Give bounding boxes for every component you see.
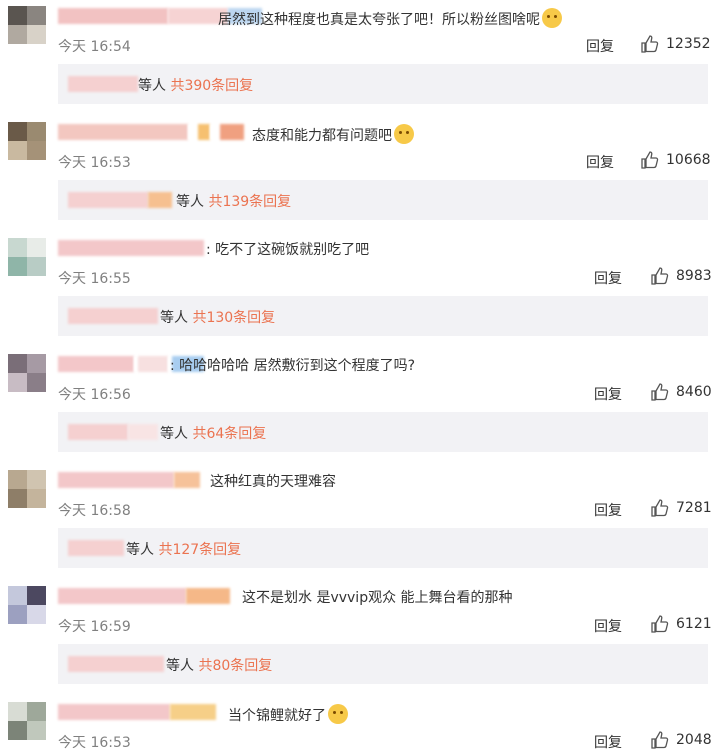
avatar[interactable]	[8, 702, 46, 740]
comment-time: 今天 16:58	[58, 503, 131, 519]
comment-item: 居然到这种程度也真是太夸张了吧！所以粉丝图啥呢 今天 16:54 回复 1235…	[0, 0, 715, 116]
avatar[interactable]	[8, 6, 46, 44]
username[interactable]	[58, 240, 204, 256]
comment-time: 今天 16:59	[58, 619, 131, 635]
like-button[interactable]: 8983	[650, 266, 712, 286]
reply-count-link[interactable]: 共390条回复	[170, 78, 253, 94]
username[interactable]	[58, 472, 200, 488]
like-button[interactable]: 2048	[650, 730, 712, 750]
avatar[interactable]	[8, 354, 46, 392]
face-emoji-icon	[542, 8, 562, 28]
comment-item: 这种红真的天理难容 今天 16:58 回复 7281 等人 共127条回复	[0, 464, 715, 580]
avatar[interactable]	[8, 586, 46, 624]
like-button[interactable]: 12352	[640, 34, 711, 54]
username[interactable]	[58, 704, 216, 720]
reply-button[interactable]: 回复	[594, 500, 622, 520]
comment-time: 今天 16:56	[58, 387, 131, 403]
avatar[interactable]	[8, 470, 46, 508]
thumbs-up-icon	[651, 615, 669, 633]
comment-item: : 哈哈哈哈哈 居然敷衍到这个程度了吗? 今天 16:56 回复 8460 等人…	[0, 348, 715, 464]
reply-count-link[interactable]: 共64条回复	[192, 426, 266, 442]
thumbs-up-icon	[651, 383, 669, 401]
reply-count-link[interactable]: 共139条回复	[208, 194, 291, 210]
avatar[interactable]	[8, 238, 46, 276]
reply-button[interactable]: 回复	[586, 152, 614, 172]
like-button[interactable]: 7281	[650, 498, 712, 518]
comment-item: 态度和能力都有问题吧 今天 16:53 回复 10668 等人 共139条回复	[0, 116, 715, 232]
reply-button[interactable]: 回复	[594, 268, 622, 288]
comment-text: 态度和能力都有问题吧	[252, 124, 414, 146]
username[interactable]	[58, 588, 230, 604]
reply-count-link[interactable]: 共130条回复	[192, 310, 275, 326]
thumbs-up-icon	[651, 731, 669, 749]
comment-text: : 吃不了这碗饭就别吃了吧	[206, 242, 370, 258]
comment-item: 这不是划水 是vvvip观众 能上舞台看的那种 今天 16:59 回复 6121…	[0, 580, 715, 696]
thumbs-up-icon	[651, 499, 669, 517]
reply-count-link[interactable]: 共80条回复	[198, 658, 272, 674]
reply-button[interactable]: 回复	[586, 36, 614, 56]
replies-summary[interactable]: 等人 共130条回复	[58, 296, 708, 336]
replies-summary[interactable]: 等人 共139条回复	[58, 180, 708, 220]
replies-summary[interactable]: 等人 共390条回复	[58, 64, 708, 104]
comment-item: 当个锦鲤就好了 今天 16:53 回复 2048	[0, 696, 715, 754]
comment-item: : 吃不了这碗饭就别吃了吧 今天 16:55 回复 8983 等人 共130条回…	[0, 232, 715, 348]
comment-text: 居然到这种程度也真是太夸张了吧！所以粉丝图啥呢	[218, 8, 562, 30]
replies-summary[interactable]: 等人 共127条回复	[58, 528, 708, 568]
koi-emoji-icon	[328, 704, 348, 724]
like-button[interactable]: 10668	[640, 150, 711, 170]
comment-text: 这种红真的天理难容	[210, 474, 336, 490]
avatar[interactable]	[8, 122, 46, 160]
smirk-emoji-icon	[394, 124, 414, 144]
reply-button[interactable]: 回复	[594, 616, 622, 636]
username[interactable]	[58, 124, 244, 140]
replies-summary[interactable]: 等人 共80条回复	[58, 644, 708, 684]
comment-time: 今天 16:55	[58, 271, 131, 287]
comment-time: 今天 16:53	[58, 735, 131, 751]
thumbs-up-icon	[641, 35, 659, 53]
like-button[interactable]: 8460	[650, 382, 712, 402]
comment-text: 这不是划水 是vvvip观众 能上舞台看的那种	[242, 590, 513, 606]
comment-text: 当个锦鲤就好了	[228, 704, 348, 726]
reply-count-link[interactable]: 共127条回复	[158, 542, 241, 558]
comment-text: : 哈哈哈哈哈 居然敷衍到这个程度了吗?	[170, 358, 416, 374]
like-button[interactable]: 6121	[650, 614, 712, 634]
thumbs-up-icon	[651, 267, 669, 285]
reply-button[interactable]: 回复	[594, 732, 622, 752]
thumbs-up-icon	[641, 151, 659, 169]
comment-time: 今天 16:54	[58, 39, 131, 55]
replies-summary[interactable]: 等人 共64条回复	[58, 412, 708, 452]
reply-button[interactable]: 回复	[594, 384, 622, 404]
comment-time: 今天 16:53	[58, 155, 131, 171]
